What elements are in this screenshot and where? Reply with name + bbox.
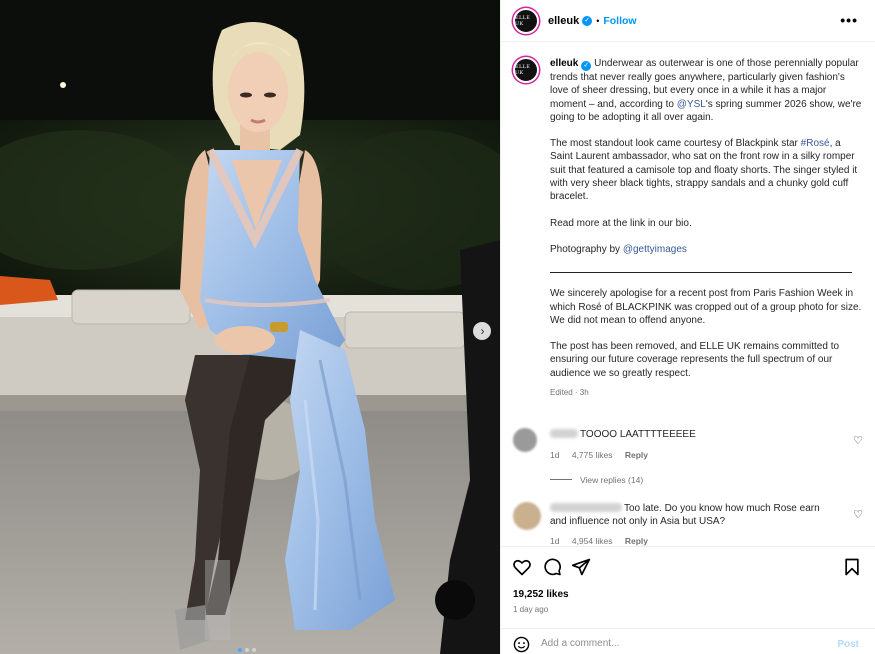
- post-sidebar: ELLE UK elleuk ✓ • Follow ••• ELLE UK el…: [500, 0, 875, 654]
- comment-like-heart-icon[interactable]: ♡: [853, 508, 863, 521]
- comment-meta: 1d 4,775 likes Reply: [550, 450, 658, 460]
- comment-likes[interactable]: 4,954 likes: [572, 536, 613, 546]
- carousel-dot-1: [238, 648, 242, 652]
- photo-illustration: [0, 0, 500, 654]
- view-replies-button[interactable]: View replies (14): [550, 475, 643, 485]
- comment-like-heart-icon[interactable]: ♡: [853, 434, 863, 447]
- author-username[interactable]: elleuk: [548, 15, 579, 27]
- comment-meta: 1d 4,954 likes Reply: [550, 536, 658, 546]
- likes-count[interactable]: 19,252 likes: [513, 589, 569, 600]
- commenter-avatar[interactable]: [513, 502, 541, 530]
- more-options-button[interactable]: •••: [840, 12, 858, 28]
- comment-body: TOOOO LAATTTTEEEEE: [550, 428, 835, 441]
- reply-button[interactable]: Reply: [625, 536, 648, 546]
- share-icon[interactable]: [571, 557, 591, 577]
- author-avatar[interactable]: ELLE UK: [513, 7, 539, 34]
- caption-paragraph-2: The most standout look came courtesy of …: [550, 137, 865, 203]
- caption-paragraph-1: elleuk ✓ Underwear as outerwear is one of…: [550, 57, 865, 124]
- bookmark-icon[interactable]: [842, 557, 862, 577]
- caption-paragraph-6: The post has been removed, and ELLE UK r…: [550, 341, 840, 379]
- caption-text: elleuk ✓ Underwear as outerwear is one of…: [550, 57, 865, 399]
- carousel-dots: [238, 648, 256, 652]
- caption-paragraph-5: We sincerely apologise for a recent post…: [550, 288, 862, 326]
- caption-avatar-logo-text: ELLE UK: [515, 64, 531, 76]
- comment-likes[interactable]: 4,775 likes: [572, 450, 613, 460]
- caption-avatar[interactable]: ELLE UK: [513, 57, 539, 83]
- reply-button[interactable]: Reply: [625, 450, 648, 460]
- actions-divider: [501, 546, 875, 547]
- verified-icon: ✓: [582, 15, 593, 26]
- post-header: ELLE UK elleuk ✓ • Follow •••: [501, 0, 875, 42]
- comment-body: Too late. Do you know how much Rose earn…: [550, 502, 835, 528]
- carousel-dot-2: [245, 648, 249, 652]
- post-age: 1 day ago: [513, 605, 549, 614]
- commenter-username-blurred[interactable]: [550, 429, 578, 438]
- post-photo[interactable]: ›: [0, 0, 500, 654]
- avatar-logo-text: ELLE UK: [515, 14, 531, 27]
- comment-age: 1d: [550, 450, 560, 460]
- chevron-right-icon: ›: [480, 324, 485, 338]
- comment-box-divider: [501, 628, 875, 629]
- post-comment-button[interactable]: Post: [837, 639, 859, 650]
- mention-gettyimages-link[interactable]: @gettyimages: [623, 244, 687, 255]
- follow-button[interactable]: Follow: [603, 15, 636, 27]
- commenter-username-blurred[interactable]: [550, 503, 622, 512]
- comment-text: TOOOO LAATTTTEEEEE: [580, 429, 696, 440]
- hashtag-rose-link[interactable]: #Rosé: [801, 138, 830, 149]
- caption-paragraph-3: Read more at the link in our bio.: [550, 217, 692, 229]
- edited-timestamp: Edited · 3h: [550, 388, 589, 398]
- caption-p4-text: Photography by: [550, 243, 623, 255]
- comment-age: 1d: [550, 536, 560, 546]
- carousel-dot-3: [252, 648, 256, 652]
- caption-p2-text-a: The most standout look came courtesy of …: [550, 138, 801, 150]
- caption-verified-icon: ✓: [581, 61, 592, 71]
- next-photo-button[interactable]: ›: [473, 322, 491, 340]
- header-separator: •: [596, 15, 600, 26]
- caption-divider: [550, 272, 852, 274]
- emoji-icon[interactable]: [513, 636, 530, 653]
- mention-ysl-link[interactable]: @YSL: [677, 99, 706, 110]
- heart-icon[interactable]: [512, 557, 532, 577]
- commenter-avatar[interactable]: [513, 428, 537, 452]
- caption-username[interactable]: elleuk: [550, 58, 578, 69]
- add-comment-input[interactable]: [541, 638, 811, 649]
- comment-icon[interactable]: [542, 557, 562, 577]
- caption-paragraph-4: Photography by @gettyimages: [550, 243, 865, 256]
- instagram-post: › ELLE UK elleuk ✓ • Follow ••• ELLE UK: [0, 0, 875, 654]
